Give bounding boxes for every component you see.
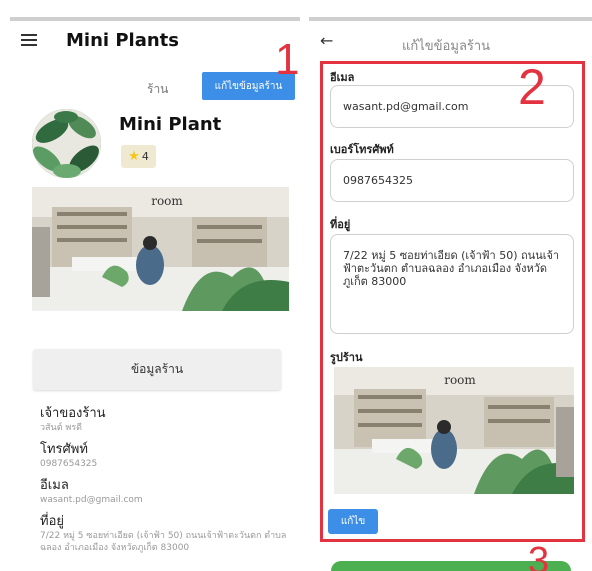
shop-avatar [32, 109, 101, 178]
shop-profile-screen: Mini Plants ร้าน แก้ไขข้อมูลร้าน Mini Pl… [0, 0, 301, 571]
rating-badge: ★ 4 [121, 145, 156, 168]
owner-value: วสันต์ พรดี [40, 423, 83, 433]
app-title: Mini Plants [66, 30, 179, 51]
edit-screen-title: แก้ไขข้อมูลร้าน [402, 39, 491, 54]
star-icon: ★ [128, 149, 140, 164]
shop-name: Mini Plant [119, 114, 222, 135]
address-label: ที่อยู่ [40, 514, 64, 529]
shop-label: ร้าน [147, 82, 169, 96]
hamburger-menu-icon[interactable] [21, 34, 37, 46]
arrow-left-icon[interactable]: ← [320, 31, 333, 50]
top-divider [10, 17, 300, 21]
rating-value: 4 [141, 150, 149, 163]
annotation-step-3: 3 [528, 540, 550, 571]
room-sign-text: room [151, 194, 183, 208]
phone-value: 0987654325 [40, 459, 98, 469]
shop-photo: room [32, 187, 289, 311]
panel-divider [301, 0, 309, 571]
shop-info-button[interactable]: ข้อมูลร้าน [33, 349, 281, 390]
top-divider [309, 17, 592, 21]
email-label: อีเมล [40, 478, 69, 493]
annotation-box [320, 61, 585, 542]
annotation-step-1: 1 [275, 35, 300, 84]
phone-label: โทรศัพท์ [40, 442, 88, 457]
email-value: wasant.pd@gmail.com [40, 495, 143, 505]
shop-info-list: เจ้าของร้าน วสันต์ พรดี โทรศัพท์ 0987654… [40, 406, 290, 562]
address-value: 7/22 หมู่ 5 ซอยท่าเอียด (เจ้าฟ้า 50) ถนน… [40, 531, 287, 553]
annotation-step-2: 2 [518, 59, 546, 115]
owner-label: เจ้าของร้าน [40, 406, 106, 421]
